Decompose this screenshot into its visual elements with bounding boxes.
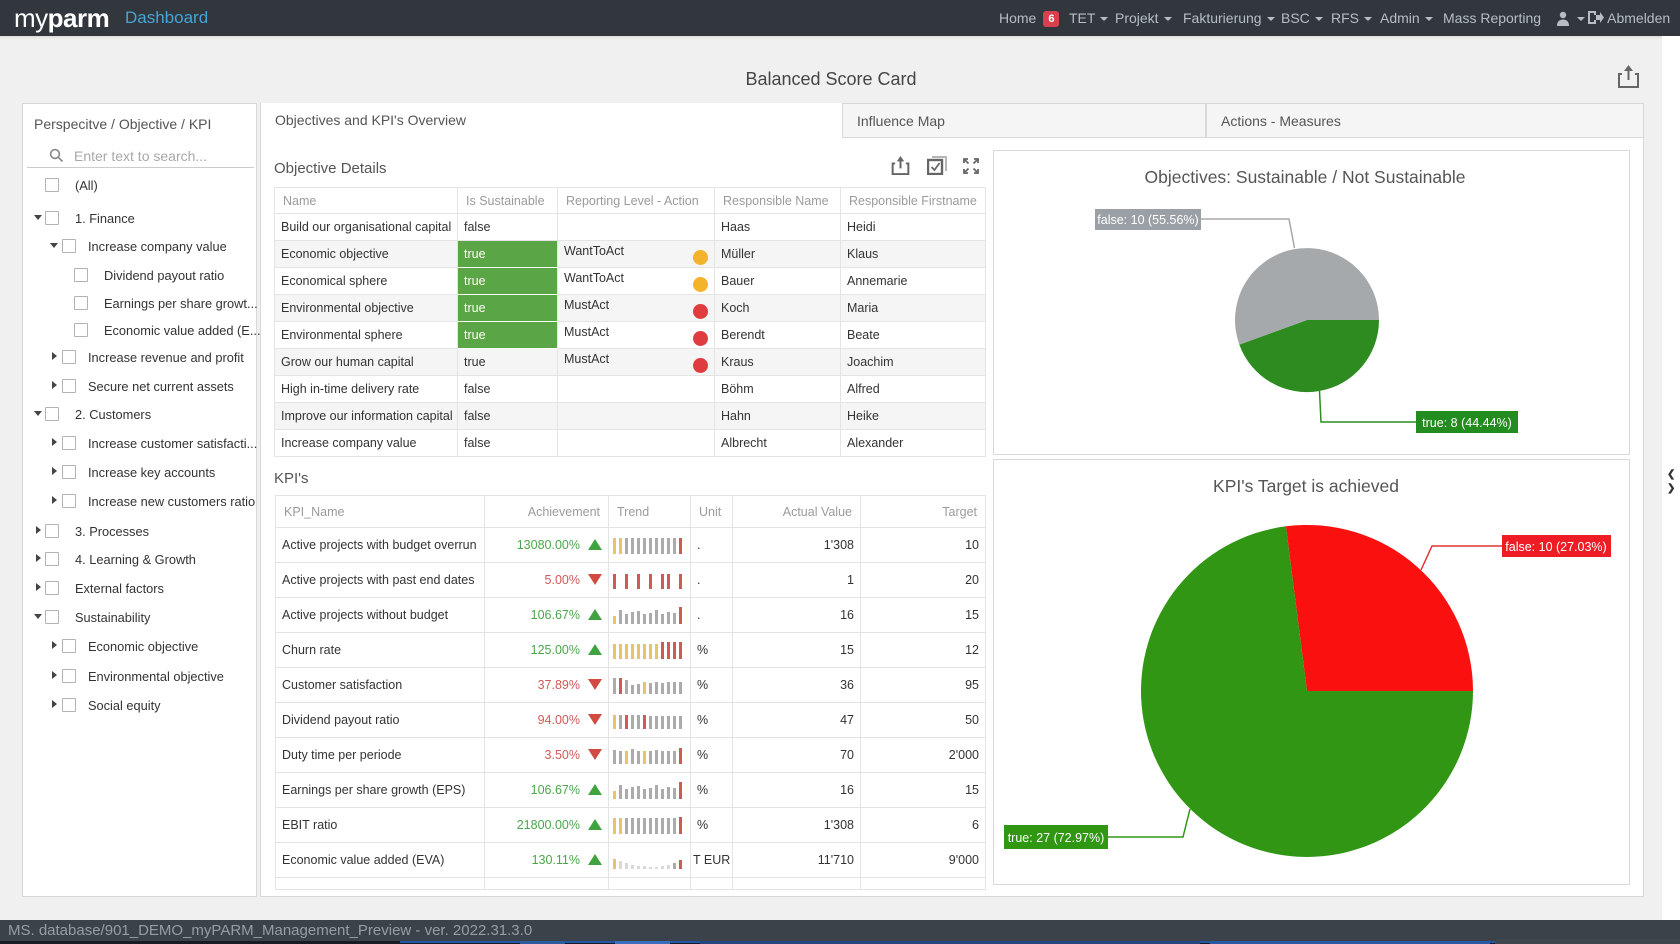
- svg-text:true: 8 (44.44%): true: 8 (44.44%): [1422, 416, 1512, 430]
- svg-text:Objectives: Sustainable / Not: Objectives: Sustainable / Not Sustainabl…: [1144, 167, 1465, 187]
- svg-text:KPI's Target is achieved: KPI's Target is achieved: [1213, 476, 1399, 496]
- svg-text:false: 10 (27.03%): false: 10 (27.03%): [1505, 540, 1606, 554]
- svg-text:false: 10 (55.56%): false: 10 (55.56%): [1097, 213, 1198, 227]
- svg-text:true: 27 (72.97%): true: 27 (72.97%): [1008, 831, 1105, 845]
